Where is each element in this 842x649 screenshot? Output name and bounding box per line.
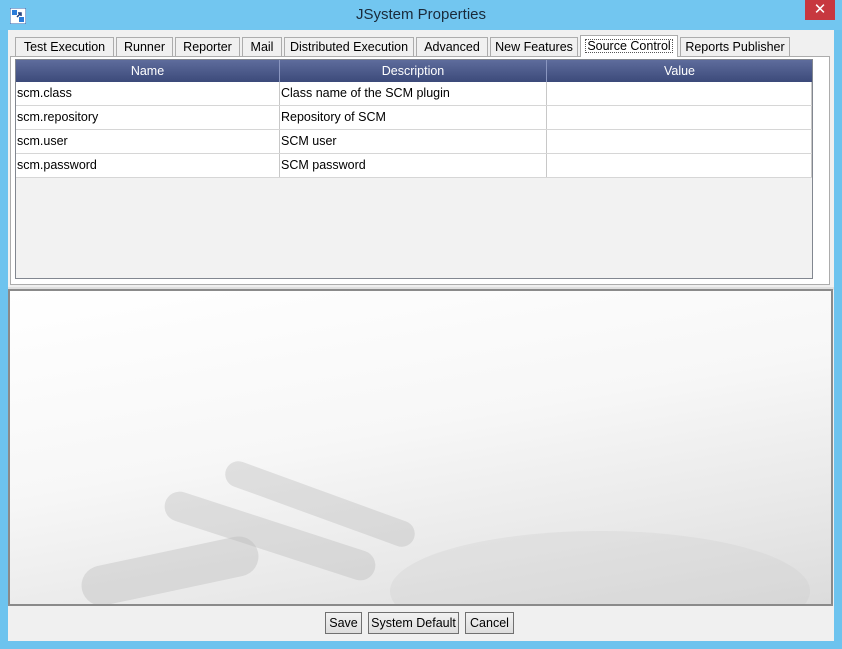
tab-label: Reports Publisher — [685, 40, 785, 54]
cell-value[interactable] — [547, 130, 812, 153]
table-row[interactable]: scm.user SCM user — [16, 130, 812, 154]
detail-panel — [8, 289, 833, 606]
table-row[interactable]: scm.repository Repository of SCM — [16, 106, 812, 130]
tab-label: Source Control — [585, 39, 673, 53]
tab-new-features[interactable]: New Features — [490, 37, 578, 56]
properties-window: JSystem Properties ✕ Test Execution Runn… — [0, 0, 842, 649]
tab-label: Distributed Execution — [289, 40, 409, 54]
tab-test-execution[interactable]: Test Execution — [15, 37, 114, 56]
cell-name: scm.repository — [16, 106, 280, 129]
column-header-name[interactable]: Name — [16, 60, 280, 82]
tab-runner[interactable]: Runner — [116, 37, 173, 56]
client-area: Test Execution Runner Reporter Mail Dist… — [8, 30, 834, 641]
tab-label: Advanced — [424, 40, 480, 54]
cell-name: scm.class — [16, 82, 280, 105]
save-button[interactable]: Save — [325, 612, 362, 634]
tab-strip: Test Execution Runner Reporter Mail Dist… — [10, 35, 830, 57]
table-header: Name Description Value — [16, 60, 812, 82]
table-row[interactable]: scm.class Class name of the SCM plugin — [16, 82, 812, 106]
cell-value[interactable] — [547, 106, 812, 129]
properties-table: Name Description Value scm.class Class n… — [15, 59, 813, 279]
tab-reporter[interactable]: Reporter — [175, 37, 240, 56]
cancel-button[interactable]: Cancel — [465, 612, 514, 634]
tab-label: Runner — [124, 40, 165, 54]
column-header-value[interactable]: Value — [547, 60, 812, 82]
tab-label: Mail — [250, 40, 274, 54]
tab-reports-publisher[interactable]: Reports Publisher — [680, 37, 790, 56]
tab-label: Reporter — [183, 40, 232, 54]
tab-label: Test Execution — [23, 40, 106, 54]
tab-label: New Features — [495, 40, 573, 54]
cell-description: Class name of the SCM plugin — [280, 82, 547, 105]
table-row[interactable]: scm.password SCM password — [16, 154, 812, 178]
tab-source-control[interactable]: Source Control — [580, 35, 678, 57]
button-bar: Save System Default Cancel — [8, 612, 834, 636]
cell-value[interactable] — [547, 82, 812, 105]
title-bar[interactable]: JSystem Properties ✕ — [0, 0, 842, 30]
tab-mail[interactable]: Mail — [242, 37, 282, 56]
tab-advanced[interactable]: Advanced — [416, 37, 488, 56]
column-header-description[interactable]: Description — [280, 60, 547, 82]
background-decoration — [77, 532, 263, 604]
cell-name: scm.password — [16, 154, 280, 177]
background-decoration — [390, 531, 810, 604]
cell-value[interactable] — [547, 154, 812, 177]
cell-description: SCM user — [280, 130, 547, 153]
window-title: JSystem Properties — [355, 6, 487, 23]
cell-name: scm.user — [16, 130, 280, 153]
tab-distributed-execution[interactable]: Distributed Execution — [284, 37, 414, 56]
cell-description: SCM password — [280, 154, 547, 177]
source-control-panel: Name Description Value scm.class Class n… — [10, 56, 830, 285]
cell-description: Repository of SCM — [280, 106, 547, 129]
system-default-button[interactable]: System Default — [368, 612, 459, 634]
close-button[interactable]: ✕ — [805, 0, 835, 20]
